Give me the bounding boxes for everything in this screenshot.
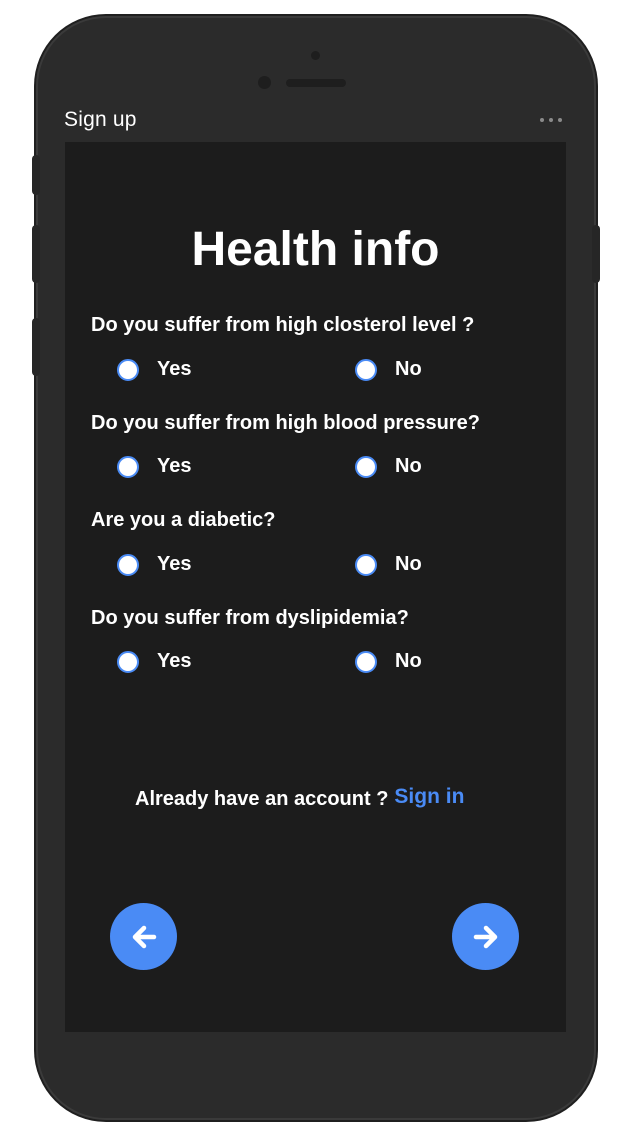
power-button: [592, 225, 600, 283]
option-diabetic-no[interactable]: No: [355, 553, 422, 576]
page-title: Health info: [191, 223, 440, 276]
option-label: No: [395, 650, 422, 672]
option-label: Yes: [157, 358, 192, 380]
option-blood-pressure-yes[interactable]: Yes: [117, 455, 191, 478]
sign-in-link[interactable]: Sign in: [394, 785, 464, 809]
question-cholesterol: Do you suffer from high closterol level …: [91, 314, 475, 336]
question-blood-pressure: Do you suffer from high blood pressure?: [91, 412, 480, 434]
radio-button[interactable]: [355, 455, 377, 478]
option-dyslipidemia-yes[interactable]: Yes: [117, 650, 191, 673]
app-screen: Health info Do you suffer from high clos…: [65, 142, 566, 1032]
option-diabetic-yes[interactable]: Yes: [117, 553, 191, 576]
option-label: Yes: [157, 455, 192, 477]
question-diabetic: Are you a diabetic?: [91, 509, 276, 531]
next-button[interactable]: [452, 903, 519, 970]
radio-button[interactable]: [117, 358, 139, 381]
option-cholesterol-yes[interactable]: Yes: [117, 358, 191, 381]
question-dyslipidemia: Do you suffer from dyslipidemia?: [91, 607, 409, 629]
option-label: Yes: [157, 553, 192, 575]
radio-button[interactable]: [117, 650, 139, 673]
option-label: No: [395, 358, 422, 380]
front-camera: [258, 76, 271, 89]
mute-switch: [32, 155, 40, 195]
option-blood-pressure-no[interactable]: No: [355, 455, 422, 478]
account-prompt: Already have an account ?: [135, 788, 389, 810]
option-cholesterol-no[interactable]: No: [355, 358, 422, 381]
radio-button[interactable]: [355, 650, 377, 673]
arrow-right-icon: [473, 925, 497, 948]
option-label: No: [395, 553, 422, 575]
radio-button[interactable]: [355, 358, 377, 381]
radio-button[interactable]: [355, 553, 377, 576]
frame-title: Sign up: [64, 108, 137, 131]
volume-down-button: [32, 318, 40, 376]
volume-up-button: [32, 225, 40, 283]
back-button[interactable]: [110, 903, 177, 970]
arrow-left-icon: [132, 925, 156, 948]
option-label: Yes: [157, 650, 192, 672]
more-horizontal-icon[interactable]: [540, 116, 568, 124]
option-dyslipidemia-no[interactable]: No: [355, 650, 422, 673]
option-label: No: [395, 455, 422, 477]
radio-button[interactable]: [117, 553, 139, 576]
account-prompt-row: Already have an account ? Sign in: [135, 785, 464, 811]
earpiece-speaker: [286, 79, 346, 87]
radio-button[interactable]: [117, 455, 139, 478]
proximity-sensor: [311, 51, 320, 60]
